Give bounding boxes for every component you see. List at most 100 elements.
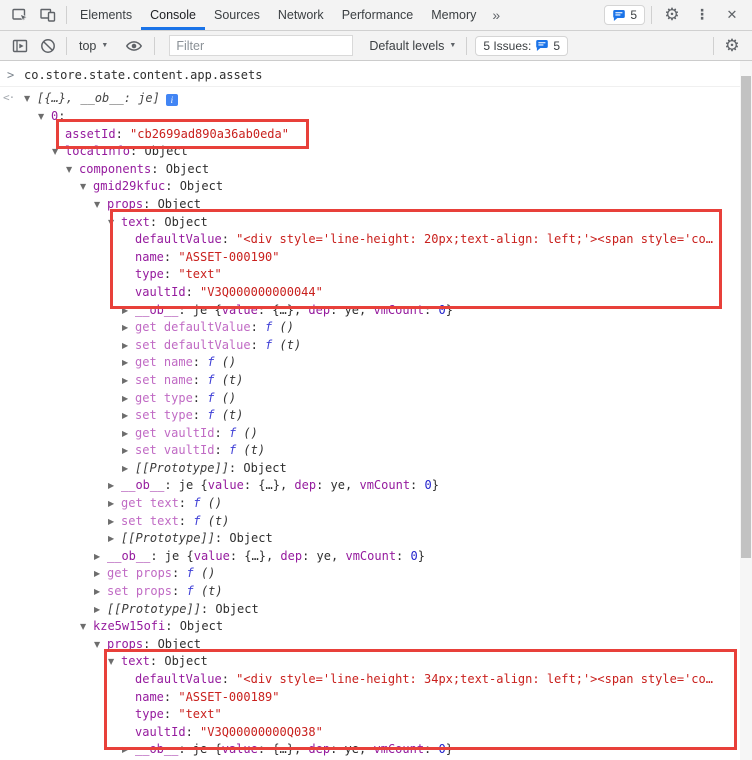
console-text: vmCount bbox=[359, 478, 410, 492]
console-text: : {…}, bbox=[230, 549, 281, 563]
collapse-arrow-icon[interactable]: ▼ bbox=[80, 618, 93, 636]
expand-arrow-icon[interactable]: ▶ bbox=[122, 372, 135, 390]
console-text: props bbox=[107, 197, 143, 211]
expand-arrow-icon[interactable]: ▶ bbox=[108, 495, 121, 513]
expand-arrow-icon[interactable]: ▶ bbox=[122, 741, 135, 759]
expand-arrow-icon[interactable]: ▶ bbox=[122, 442, 135, 460]
close-devtools-button[interactable]: ✕ bbox=[718, 2, 746, 28]
tab-elements[interactable]: Elements bbox=[71, 0, 141, 30]
console-text: type bbox=[135, 267, 164, 281]
console-text: (t) bbox=[200, 514, 229, 528]
expand-arrow-icon[interactable]: ▶ bbox=[122, 302, 135, 320]
console-text: : Object bbox=[143, 197, 201, 211]
filter-input[interactable] bbox=[169, 35, 353, 56]
console-text: text bbox=[121, 654, 150, 668]
console-text: defaultValue bbox=[135, 232, 222, 246]
console-text: value bbox=[194, 549, 230, 563]
show-console-sidebar-button[interactable] bbox=[6, 33, 34, 59]
expand-arrow-icon[interactable]: ▶ bbox=[122, 425, 135, 443]
issues-counter-button[interactable]: 5 Issues: 5 bbox=[475, 36, 568, 56]
expand-arrow-icon[interactable]: ▶ bbox=[108, 477, 121, 495]
more-options-button[interactable]: ⋮ bbox=[688, 2, 716, 28]
vertical-scrollbar[interactable] bbox=[740, 61, 752, 760]
separator bbox=[66, 37, 67, 55]
console-text: } bbox=[446, 742, 453, 756]
settings-button[interactable]: ⚙ bbox=[658, 2, 686, 28]
console-text: : bbox=[164, 250, 178, 264]
console-settings-button[interactable]: ⚙ bbox=[718, 33, 746, 59]
console-text: : bbox=[396, 549, 410, 563]
console-text: : Object bbox=[165, 179, 223, 193]
console-text: : bbox=[193, 373, 207, 387]
more-tabs-button[interactable]: » bbox=[485, 0, 507, 30]
console-text: text bbox=[121, 215, 150, 229]
collapse-arrow-icon[interactable]: ▼ bbox=[66, 161, 79, 179]
gear-icon: ⚙ bbox=[664, 5, 679, 25]
create-live-expression-button[interactable] bbox=[120, 33, 148, 59]
console-text: : bbox=[164, 707, 178, 721]
tab-console[interactable]: Console bbox=[141, 0, 205, 30]
expand-arrow-icon[interactable]: ▶ bbox=[122, 390, 135, 408]
console-text: () bbox=[272, 320, 294, 334]
collapse-arrow-icon[interactable]: ▼ bbox=[108, 214, 121, 232]
collapse-arrow-icon[interactable]: ▼ bbox=[80, 178, 93, 196]
console-text: : ye, bbox=[302, 549, 345, 563]
expand-arrow-icon[interactable]: ▶ bbox=[122, 407, 135, 425]
info-icon[interactable]: i bbox=[166, 94, 178, 106]
console-tree-row: ▼text: Object bbox=[0, 214, 752, 232]
expand-arrow-icon[interactable]: ▶ bbox=[94, 548, 107, 566]
console-text: : bbox=[172, 566, 186, 580]
tab-performance[interactable]: Performance bbox=[333, 0, 423, 30]
console-toolbar: top ▼ Default levels ▼ 5 Issues: 5 bbox=[0, 31, 752, 61]
expand-arrow-icon[interactable]: ▶ bbox=[122, 337, 135, 355]
console-text: : bbox=[214, 426, 228, 440]
console-text: localInfo bbox=[65, 144, 130, 158]
collapse-arrow-icon[interactable]: ▼ bbox=[108, 653, 121, 671]
collapse-arrow-icon[interactable]: ▼ bbox=[94, 196, 107, 214]
console-text: get name bbox=[135, 355, 193, 369]
tabbar-right-cluster: 5 ⚙ ⋮ ✕ bbox=[604, 2, 746, 28]
console-text: : Object bbox=[201, 602, 259, 616]
separator bbox=[651, 6, 652, 24]
console-tree-row: vaultId: "V3Q000000000044" bbox=[0, 284, 752, 302]
console-text: set props bbox=[107, 584, 172, 598]
close-icon: ✕ bbox=[727, 8, 738, 23]
issues-badge[interactable]: 5 bbox=[604, 5, 645, 25]
inspect-element-button[interactable] bbox=[6, 2, 34, 28]
console-text: dep bbox=[280, 549, 302, 563]
expand-arrow-icon[interactable]: ▶ bbox=[108, 530, 121, 548]
javascript-context-dropdown[interactable]: top ▼ bbox=[79, 39, 108, 53]
console-text: 0 bbox=[439, 303, 446, 317]
console-text: : Object bbox=[130, 144, 188, 158]
expand-arrow-icon[interactable]: ▶ bbox=[122, 354, 135, 372]
console-text: [[Prototype]] bbox=[135, 461, 229, 475]
collapse-arrow-icon[interactable]: ▼ bbox=[52, 143, 65, 161]
collapse-arrow-icon[interactable]: ▼ bbox=[94, 636, 107, 654]
scrollbar-thumb[interactable] bbox=[741, 76, 751, 558]
tab-memory[interactable]: Memory bbox=[422, 0, 485, 30]
expand-arrow-icon[interactable]: ▶ bbox=[94, 583, 107, 601]
console-tree-row: ▶set type: f (t) bbox=[0, 407, 752, 425]
expand-arrow-icon[interactable]: ▶ bbox=[94, 565, 107, 583]
expand-arrow-icon[interactable]: ▶ bbox=[108, 513, 121, 531]
tab-sources[interactable]: Sources bbox=[205, 0, 269, 30]
console-tree-row: ▼0: bbox=[0, 108, 752, 126]
expand-arrow-icon[interactable]: ▶ bbox=[122, 319, 135, 337]
console-text: : Object bbox=[229, 461, 287, 475]
collapse-arrow-icon[interactable]: ▼ bbox=[38, 108, 51, 126]
clear-console-button[interactable] bbox=[34, 33, 62, 59]
console-tree-row: defaultValue: "<div style='line-height: … bbox=[0, 231, 752, 249]
console-text: : bbox=[214, 443, 228, 457]
log-levels-dropdown[interactable]: Default levels ▼ bbox=[369, 39, 456, 53]
console-text: name bbox=[135, 250, 164, 264]
console-text: vmCount bbox=[373, 303, 424, 317]
expand-arrow-icon[interactable]: ▶ bbox=[122, 460, 135, 478]
expand-arrow-icon[interactable]: ▶ bbox=[94, 601, 107, 619]
tab-network[interactable]: Network bbox=[269, 0, 333, 30]
toggle-device-toolbar-button[interactable] bbox=[34, 2, 62, 28]
collapse-arrow-icon[interactable]: ▼ bbox=[24, 89, 37, 108]
console-log[interactable]: >co.store.state.content.app.assets<·▼[{…… bbox=[0, 61, 752, 760]
console-tree-row: ▶set defaultValue: f (t) bbox=[0, 337, 752, 355]
console-text: : bbox=[193, 355, 207, 369]
issues-label: 5 Issues: bbox=[483, 39, 531, 53]
